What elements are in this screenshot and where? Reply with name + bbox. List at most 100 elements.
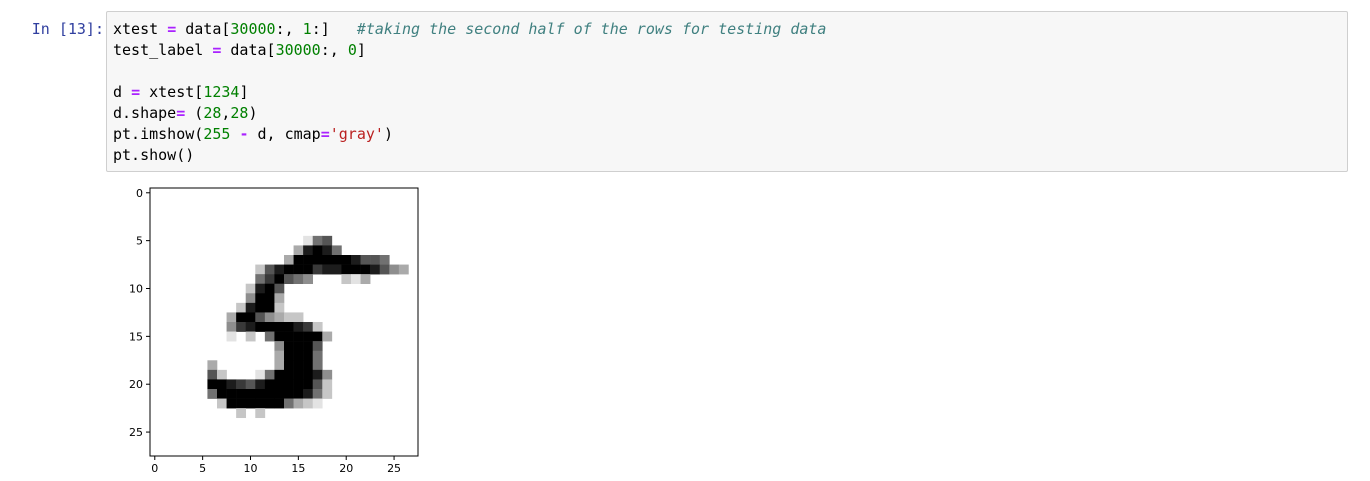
- code-token: 30000: [275, 41, 321, 59]
- image-pixel: [264, 398, 275, 409]
- image-pixel: [293, 389, 304, 399]
- image-pixel: [293, 264, 304, 275]
- code-token: pt.imshow(: [113, 125, 204, 143]
- image-pixel: [245, 331, 256, 342]
- code-token: xtest[: [140, 83, 204, 101]
- code-token: xtest: [113, 20, 168, 38]
- code-editor[interactable]: xtest = data[30000:, 1:] #taking the sec…: [113, 19, 826, 166]
- y-tick-label: 10: [129, 283, 143, 296]
- image-pixel: [226, 379, 237, 390]
- image-pixel: [226, 389, 237, 399]
- image-pixel: [303, 369, 314, 380]
- image-pixel: [312, 360, 323, 371]
- code-line[interactable]: pt.show(): [113, 145, 826, 166]
- image-pixel: [312, 389, 323, 399]
- image-pixel: [293, 312, 304, 323]
- image-pixel: [370, 264, 381, 275]
- image-pixel: [303, 245, 314, 256]
- image-pixel: [351, 274, 361, 285]
- image-pixel: [284, 264, 294, 275]
- code-line[interactable]: d.shape= (28,28): [113, 103, 826, 124]
- code-token: ]: [239, 83, 249, 101]
- image-pixel: [303, 274, 314, 285]
- image-pixel: [341, 264, 352, 275]
- image-pixel: [236, 312, 247, 323]
- image-pixel: [284, 379, 294, 390]
- image-pixel: [331, 245, 342, 256]
- code-line[interactable]: pt.imshow(255 - d, cmap='gray'): [113, 124, 826, 145]
- image-pixel: [245, 283, 256, 294]
- image-pixel: [322, 264, 333, 275]
- image-pixel: [226, 331, 237, 342]
- image-pixel: [255, 283, 266, 294]
- y-tick-label: 20: [129, 378, 143, 391]
- image-pixel: [284, 331, 294, 342]
- code-token: (: [185, 104, 204, 122]
- code-line[interactable]: test_label = data[30000:, 0]: [113, 40, 826, 61]
- code-token: :,: [275, 20, 303, 38]
- image-pixel: [303, 264, 314, 275]
- code-token: =: [320, 125, 330, 143]
- code-token: 1234: [203, 83, 240, 101]
- code-token: data[: [221, 41, 276, 59]
- image-pixel: [274, 274, 285, 285]
- code-line[interactable]: [113, 61, 826, 82]
- code-token: 0: [347, 41, 357, 59]
- code-token: pt.show(): [113, 146, 195, 164]
- image-pixel: [293, 341, 304, 352]
- image-pixel: [264, 331, 275, 342]
- code-token: =: [167, 20, 177, 38]
- image-pixel: [255, 293, 266, 304]
- image-pixel: [379, 264, 390, 275]
- image-pixel: [207, 389, 218, 399]
- code-line[interactable]: xtest = data[30000:, 1:] #taking the sec…: [113, 19, 826, 40]
- code-token: :]: [311, 20, 357, 38]
- image-pixel: [293, 350, 304, 361]
- image-pixel: [274, 331, 285, 342]
- image-pixel: [293, 245, 304, 256]
- image-pixel: [274, 398, 285, 409]
- image-pixel: [331, 255, 342, 265]
- x-tick-label: 25: [387, 462, 401, 475]
- image-pixel: [303, 322, 314, 332]
- image-pixel: [264, 293, 275, 304]
- image-pixel: [274, 264, 285, 275]
- x-tick-label: 20: [339, 462, 353, 475]
- image-pixel: [331, 264, 342, 275]
- code-token: ): [383, 125, 393, 143]
- image-pixel: [245, 312, 256, 323]
- x-tick-label: 0: [151, 462, 158, 475]
- image-pixel: [360, 264, 371, 275]
- image-pixel: [303, 360, 314, 371]
- cell-output: 0 5 10 15 20 25 0 5 10 15 20 25: [106, 176, 446, 476]
- code-token: 28: [230, 104, 249, 122]
- image-pixel: [236, 389, 247, 399]
- image-pixel: [236, 408, 247, 419]
- image-pixel: [284, 360, 294, 371]
- digit-image: [150, 188, 418, 456]
- image-pixel: [284, 398, 294, 409]
- image-pixel: [264, 274, 275, 285]
- image-pixel: [255, 322, 266, 332]
- y-tick-label: 15: [129, 330, 143, 343]
- image-pixel: [245, 398, 256, 409]
- image-pixel: [293, 255, 304, 265]
- code-cell-input[interactable]: xtest = data[30000:, 1:] #taking the sec…: [106, 11, 1348, 172]
- image-pixel: [255, 369, 266, 380]
- image-pixel: [322, 389, 333, 399]
- image-pixel: [245, 389, 256, 399]
- image-pixel: [293, 369, 304, 380]
- image-pixel: [274, 302, 285, 313]
- image-pixel: [264, 379, 275, 390]
- image-pixel: [293, 274, 304, 285]
- image-pixel: [255, 264, 266, 275]
- image-pixel: [312, 350, 323, 361]
- image-pixel: [379, 255, 390, 265]
- image-pixel: [312, 398, 323, 409]
- image-pixel: [351, 264, 361, 275]
- image-pixel: [303, 398, 314, 409]
- code-line[interactable]: d = xtest[1234]: [113, 82, 826, 103]
- image-pixel: [274, 322, 285, 332]
- x-tick-label: 15: [291, 462, 305, 475]
- image-pixel: [255, 379, 266, 390]
